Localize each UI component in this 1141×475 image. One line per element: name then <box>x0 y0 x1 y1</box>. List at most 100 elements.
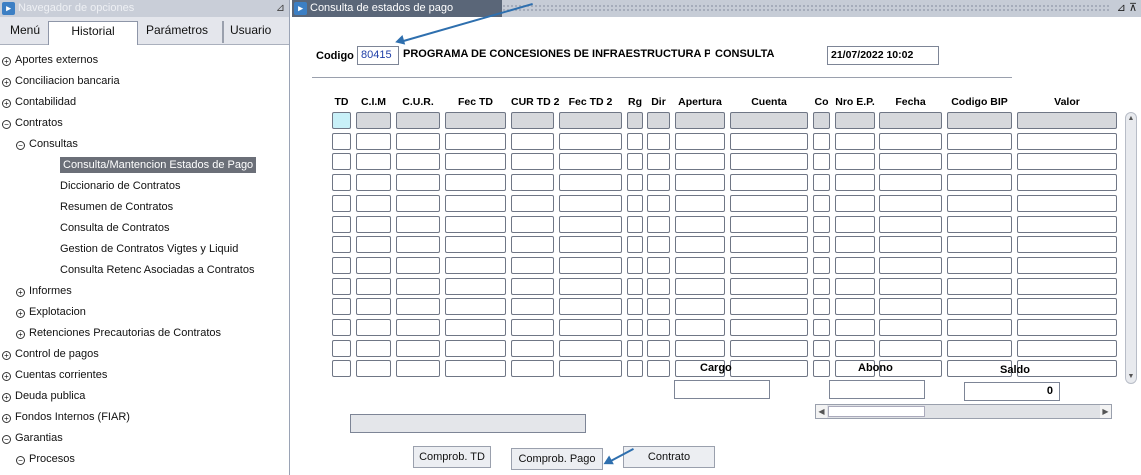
grid-cell[interactable] <box>511 236 554 254</box>
scroll-down-icon[interactable]: ▼ <box>1126 371 1136 383</box>
grid-cell[interactable] <box>627 153 643 171</box>
expand-icon[interactable]: + <box>2 57 11 66</box>
grid-cell[interactable] <box>879 319 942 336</box>
grid-cell[interactable] <box>947 153 1012 171</box>
collapse-icon[interactable]: − <box>2 120 11 129</box>
grid-cell[interactable] <box>396 256 440 274</box>
grid-cell[interactable] <box>879 112 942 129</box>
comprob-pago-button[interactable]: Comprob. Pago <box>511 448 603 470</box>
grid-cell[interactable] <box>647 132 670 150</box>
tree-item[interactable]: + Cuentas corrientes <box>0 365 289 386</box>
grid-cell[interactable] <box>445 277 506 295</box>
grid-cell[interactable] <box>559 215 622 233</box>
grid-cell[interactable] <box>396 236 440 254</box>
tree-item[interactable]: Consulta Retenc Asociadas a Contratos <box>0 260 289 281</box>
grid-cell[interactable] <box>675 112 725 129</box>
grid-cell[interactable] <box>647 112 670 129</box>
grid-cell[interactable] <box>1017 194 1117 212</box>
grid-cell[interactable] <box>1017 112 1117 129</box>
grid-cell[interactable] <box>947 112 1012 129</box>
window-controls-icon[interactable]: ⊿ ⊼ <box>1117 0 1137 17</box>
grid-cell[interactable] <box>730 298 808 316</box>
expand-icon[interactable]: + <box>2 372 11 381</box>
grid-cell[interactable] <box>730 194 808 212</box>
tree-item[interactable]: + Retenciones Precautorias de Contratos <box>0 323 289 344</box>
expand-icon[interactable]: + <box>2 78 11 87</box>
grid-cell[interactable] <box>647 153 670 171</box>
grid-cell[interactable] <box>730 256 808 274</box>
tree-item[interactable]: + Explotacion <box>0 302 289 323</box>
grid-cell[interactable] <box>835 256 875 274</box>
grid-cell[interactable] <box>627 236 643 254</box>
grid-cell[interactable] <box>356 339 391 357</box>
grid-cell[interactable] <box>813 256 830 274</box>
grid-cell[interactable] <box>730 215 808 233</box>
grid-cell[interactable] <box>396 194 440 212</box>
grid-cell[interactable] <box>356 153 391 171</box>
scroll-right-icon[interactable]: ▶ <box>1100 405 1111 418</box>
scroll-left-icon[interactable]: ◀ <box>816 405 827 418</box>
grid-cell[interactable] <box>835 112 875 129</box>
grid-cell[interactable] <box>627 194 643 212</box>
grid-cell[interactable] <box>1017 215 1117 233</box>
grid-cell[interactable] <box>332 132 351 150</box>
grid-cell[interactable] <box>730 236 808 254</box>
grid-cell[interactable] <box>1017 298 1117 316</box>
grid-cell[interactable] <box>813 360 830 378</box>
tree-item[interactable]: − Consultas <box>0 134 289 155</box>
grid-cell[interactable] <box>647 236 670 254</box>
grid-cell[interactable] <box>627 339 643 357</box>
grid-cell[interactable] <box>813 215 830 233</box>
grid-cell[interactable] <box>813 319 830 336</box>
tree-item[interactable]: + Contabilidad <box>0 92 289 113</box>
tree-item[interactable]: Consulta de Contratos <box>0 218 289 239</box>
grid-cell[interactable] <box>445 112 506 129</box>
grid-cell[interactable] <box>947 194 1012 212</box>
grid-cell[interactable] <box>356 215 391 233</box>
grid-cell[interactable] <box>627 256 643 274</box>
grid-cell[interactable] <box>835 339 875 357</box>
grid-cell[interactable] <box>730 174 808 192</box>
grid-cell[interactable] <box>332 298 351 316</box>
tree-item[interactable]: − Contratos <box>0 113 289 134</box>
grid-cell[interactable] <box>356 277 391 295</box>
tab-parametros[interactable]: Parámetros <box>140 21 214 43</box>
grid-cell[interactable] <box>675 174 725 192</box>
grid-cell[interactable] <box>396 298 440 316</box>
grid-cell[interactable] <box>835 215 875 233</box>
grid-cell[interactable] <box>445 339 506 357</box>
grid-cell[interactable] <box>332 319 351 336</box>
grid-cell[interactable] <box>559 236 622 254</box>
grid-cell[interactable] <box>356 319 391 336</box>
expand-icon[interactable]: + <box>2 393 11 402</box>
grid-cell[interactable] <box>947 277 1012 295</box>
grid-cell[interactable] <box>396 132 440 150</box>
tree-item[interactable]: − Procesos <box>0 449 289 470</box>
grid-cell[interactable] <box>675 298 725 316</box>
grid-cell[interactable] <box>647 298 670 316</box>
grid-cell[interactable] <box>356 360 391 378</box>
grid-cell[interactable] <box>332 277 351 295</box>
grid-cell[interactable] <box>356 194 391 212</box>
grid-cell[interactable] <box>835 194 875 212</box>
grid-cell[interactable] <box>559 360 622 378</box>
grid-cell[interactable] <box>332 153 351 171</box>
tab-historial[interactable]: Historial <box>48 21 138 45</box>
grid-cell[interactable] <box>627 174 643 192</box>
grid-cell[interactable] <box>835 298 875 316</box>
expand-icon[interactable]: + <box>2 99 11 108</box>
abono-field[interactable] <box>829 380 925 399</box>
grid-cell[interactable] <box>511 153 554 171</box>
grid-cell[interactable] <box>396 112 440 129</box>
grid-cell[interactable] <box>356 112 391 129</box>
grid-cell[interactable] <box>879 174 942 192</box>
grid-cell[interactable] <box>396 339 440 357</box>
grid-cell[interactable] <box>1017 236 1117 254</box>
grid-cell[interactable] <box>511 339 554 357</box>
expand-icon[interactable]: + <box>16 330 25 339</box>
grid-cell[interactable] <box>730 319 808 336</box>
grid-cell[interactable] <box>445 132 506 150</box>
grid-cell[interactable] <box>445 298 506 316</box>
grid-cell[interactable] <box>647 319 670 336</box>
grid-cell[interactable] <box>511 360 554 378</box>
